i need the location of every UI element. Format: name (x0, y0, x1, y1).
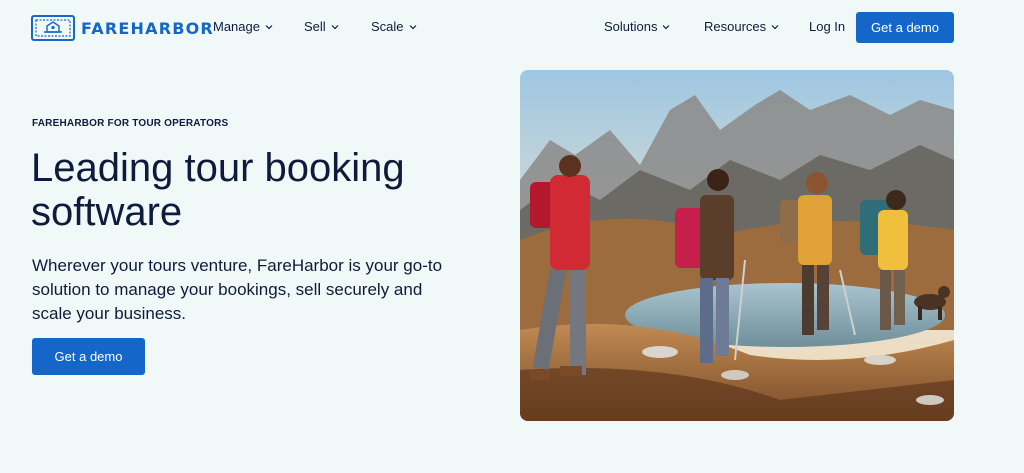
nav-manage-label: Manage (213, 19, 260, 34)
nav-solutions[interactable]: Solutions (604, 19, 670, 34)
nav-resources-label: Resources (704, 19, 767, 34)
top-navigation: FAREHARBOR Manage Sell Scale Solutions R… (0, 0, 1024, 56)
get-demo-button[interactable]: Get a demo (856, 12, 954, 43)
hero-eyebrow: FAREHARBOR FOR TOUR OPERATORS (32, 118, 229, 129)
hero-get-demo-button[interactable]: Get a demo (32, 338, 145, 375)
nav-manage[interactable]: Manage (213, 19, 273, 34)
hero-headline: Leading tour booking software (31, 146, 405, 234)
chevron-down-icon (663, 24, 670, 29)
ticket-icon (31, 15, 75, 41)
hikers-photo (520, 70, 954, 421)
login-link[interactable]: Log In (809, 19, 845, 34)
chevron-down-icon (409, 24, 416, 29)
nav-sell[interactable]: Sell (304, 19, 339, 34)
hikers-illustration (520, 70, 954, 421)
brand-name: FAREHARBOR (81, 18, 214, 38)
hero-subtext: Wherever your tours venture, FareHarbor … (32, 256, 443, 323)
chevron-down-icon (265, 24, 273, 29)
nav-scale-label: Scale (371, 19, 404, 34)
chevron-down-icon (771, 24, 779, 29)
nav-scale[interactable]: Scale (371, 19, 417, 34)
nav-sell-label: Sell (304, 19, 326, 34)
chevron-down-icon (331, 24, 339, 29)
nav-resources[interactable]: Resources (704, 19, 779, 34)
nav-solutions-label: Solutions (604, 19, 658, 34)
fareharbor-logo[interactable]: FAREHARBOR (31, 15, 214, 41)
